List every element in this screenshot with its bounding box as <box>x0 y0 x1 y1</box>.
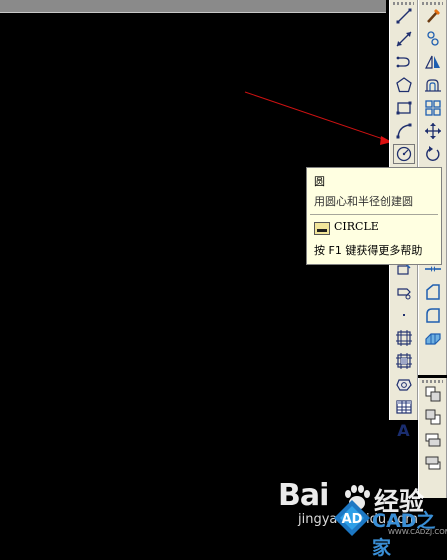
tooltip-title: 圆 <box>314 175 325 188</box>
region-icon[interactable] <box>393 374 415 394</box>
move-icon[interactable] <box>422 121 444 141</box>
send-to-back-icon[interactable] <box>422 407 444 427</box>
cad-logo-letters: AD <box>342 512 363 527</box>
hatch-icon[interactable] <box>393 328 415 348</box>
line-icon[interactable] <box>393 6 415 26</box>
join-icon[interactable] <box>422 282 444 302</box>
drawing-canvas[interactable] <box>0 0 386 544</box>
copy-icon[interactable] <box>422 29 444 49</box>
arc-icon[interactable] <box>393 121 415 141</box>
rotate-icon[interactable] <box>422 144 444 164</box>
table-icon[interactable] <box>393 397 415 417</box>
chamfer-icon[interactable] <box>422 305 444 325</box>
watermark-site-url: WWW.CADZJ.COM <box>388 528 447 536</box>
multiline-text-icon[interactable]: A <box>393 420 415 440</box>
toolbar-grip[interactable] <box>393 2 414 5</box>
watermark-brand: Bai <box>278 478 329 513</box>
send-under-icon[interactable] <box>422 453 444 473</box>
toolbar-grip[interactable] <box>422 380 443 383</box>
tooltip-separator <box>310 214 438 215</box>
bring-above-icon[interactable] <box>422 430 444 450</box>
offset-icon[interactable] <box>422 75 444 95</box>
tooltip-command: CIRCLE <box>334 220 379 233</box>
bring-to-front-icon[interactable] <box>422 384 444 404</box>
toolbar-grip[interactable] <box>422 2 443 5</box>
make-block-icon[interactable] <box>393 282 415 302</box>
gradient-icon[interactable] <box>393 351 415 371</box>
command-line-icon <box>314 222 330 235</box>
erase-icon[interactable] <box>422 6 444 26</box>
polyline-icon[interactable] <box>393 52 415 72</box>
polygon-icon[interactable] <box>393 75 415 95</box>
array-icon[interactable] <box>422 98 444 118</box>
fillet-icon[interactable] <box>422 328 444 348</box>
watermark: Bai 经验 jingyan.baidu.com AD CAD之家 WWW.CA… <box>276 478 447 559</box>
circle-icon[interactable] <box>392 144 415 164</box>
construction-line-icon[interactable] <box>393 29 415 49</box>
tooltip: 圆 用圆心和半径创建圆 CIRCLE 按 F1 键获得更多帮助 <box>306 167 442 265</box>
tooltip-description: 用圆心和半径创建圆 <box>314 195 413 208</box>
tooltip-help: 按 F1 键获得更多帮助 <box>314 244 423 257</box>
point-icon[interactable] <box>393 305 415 325</box>
cad-home-logo-icon: AD <box>334 500 370 536</box>
rectangle-icon[interactable] <box>393 98 415 118</box>
mirror-icon[interactable] <box>422 52 444 72</box>
canvas-top-strip <box>0 0 386 13</box>
